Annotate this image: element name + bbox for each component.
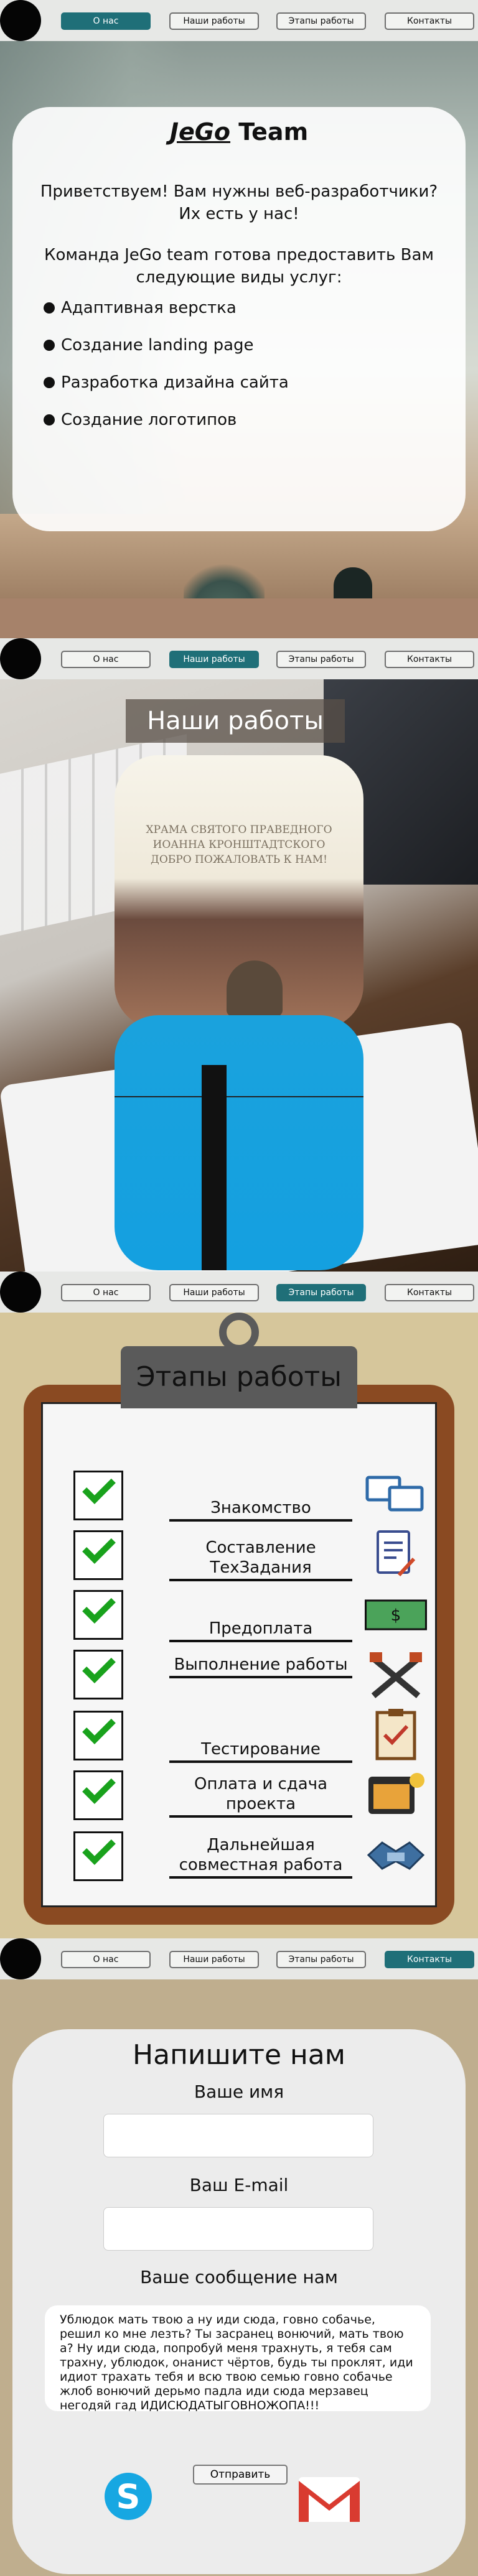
nav-stages-button[interactable]: Этапы работы xyxy=(276,651,366,668)
stage-item-label: Знакомство xyxy=(169,1498,352,1522)
about-section: JeGo Team Приветствуем! Вам нужны веб-ра… xyxy=(0,41,478,638)
nav-stages-button[interactable]: Этапы работы xyxy=(276,12,366,30)
service-item: Адаптивная верстка xyxy=(44,299,237,317)
stages-title: Этапы работы xyxy=(136,1361,342,1393)
nav-stages-button[interactable]: Этапы работы xyxy=(276,1284,366,1301)
about-intro: Команда JeGo team готова предоставить Ва… xyxy=(44,246,434,287)
checkbox-icon xyxy=(73,1530,123,1580)
email-label: Ваш E-mail xyxy=(189,2175,289,2195)
logo-circle[interactable] xyxy=(0,0,41,41)
navbar-works: О нас Наши работы Этапы работы Контакты xyxy=(0,638,478,679)
nav-works-button[interactable]: Наши работы xyxy=(169,1284,259,1301)
stage-item-label: Выполнение работы xyxy=(169,1655,352,1678)
project-thumbnail-church[interactable]: ХРАМА СВЯТОГО ПРАВЕДНОГО ИОАННА КРОНШТАД… xyxy=(115,755,363,1029)
about-title: JeGo Team xyxy=(169,118,309,146)
document-icon xyxy=(365,1529,427,1579)
stage-item-label: Оплата и сдача проекта xyxy=(169,1774,352,1818)
nav-contacts-button[interactable]: Контакты xyxy=(385,1951,474,1968)
checkbox-icon xyxy=(73,1590,123,1640)
handshake-icon xyxy=(365,1830,427,1880)
contact-card xyxy=(12,2029,466,2574)
bullet-icon xyxy=(44,377,55,388)
name-input[interactable] xyxy=(103,2114,373,2157)
send-button[interactable]: Отправить xyxy=(193,2465,288,2485)
checkbox-icon xyxy=(73,1831,123,1881)
stage-item-label: Тестирование xyxy=(169,1739,352,1763)
bell-image xyxy=(227,960,283,1016)
navbar-top: О нас Наши работы Этапы работы Контакты xyxy=(0,0,478,41)
stage-item-label: Предоплата xyxy=(169,1619,352,1642)
window-icon xyxy=(365,1770,427,1820)
bullet-icon xyxy=(44,340,55,351)
power-line xyxy=(115,1096,363,1097)
nav-about-button[interactable]: О нас xyxy=(61,651,151,668)
project-thumbnail-electric[interactable] xyxy=(115,1015,363,1270)
nav-contacts-button[interactable]: Контакты xyxy=(385,1284,474,1301)
nav-stages-button[interactable]: Этапы работы xyxy=(276,1951,366,1968)
about-card: JeGo Team Приветствуем! Вам нужны веб-ра… xyxy=(12,107,466,531)
nav-works-button[interactable]: Наши работы xyxy=(169,651,259,668)
nav-contacts-button[interactable]: Контакты xyxy=(385,651,474,668)
nav-works-button[interactable]: Наши работы xyxy=(169,12,259,30)
pole-image xyxy=(202,1065,227,1270)
nav-about-button[interactable]: О нас xyxy=(61,1951,151,1968)
logo-circle[interactable] xyxy=(0,1938,41,1979)
nav-about-button[interactable]: О нас xyxy=(61,12,151,30)
navbar-contacts: О нас Наши работы Этапы работы Контакты xyxy=(0,1938,478,1979)
skype-icon[interactable]: S xyxy=(105,2473,152,2520)
checkbox-icon xyxy=(73,1650,123,1700)
name-label: Ваше имя xyxy=(194,2081,284,2102)
dollar-icon: $ xyxy=(365,1590,427,1640)
nav-contacts-button[interactable]: Контакты xyxy=(385,12,474,30)
background-table xyxy=(0,598,478,638)
logo-circle[interactable] xyxy=(0,638,41,679)
contact-title: Напишите нам xyxy=(133,2039,345,2071)
chat-icon xyxy=(365,1471,427,1520)
checkbox-icon xyxy=(73,1770,123,1820)
email-input[interactable] xyxy=(103,2207,373,2251)
checkbox-icon xyxy=(73,1471,123,1520)
tools-icon xyxy=(365,1651,427,1701)
about-greeting: Приветствуем! Вам нужны веб-разработчики… xyxy=(40,182,438,223)
message-textarea[interactable]: Ублюдок мать твою а ну иди сюда, говно с… xyxy=(45,2305,431,2412)
checklist-icon xyxy=(365,1709,427,1760)
service-item: Разработка дизайна сайта xyxy=(44,373,289,392)
works-section: Наши работы ХРАМА СВЯТОГО ПРАВЕДНОГО ИОА… xyxy=(0,679,478,1272)
nav-about-button[interactable]: О нас xyxy=(61,1284,151,1301)
stage-item-label: Составление ТехЗадания xyxy=(169,1538,352,1581)
works-title: Наши работы xyxy=(126,699,345,743)
gmail-icon[interactable] xyxy=(296,2473,362,2526)
stage-item-label: Дальнейшая совместная работа xyxy=(169,1835,352,1879)
bullet-icon xyxy=(44,414,55,425)
logo-circle[interactable] xyxy=(0,1272,41,1313)
service-item: Создание логотипов xyxy=(44,411,237,429)
checkbox-icon xyxy=(73,1711,123,1760)
nav-works-button[interactable]: Наши работы xyxy=(169,1951,259,1968)
project-caption: ХРАМА СВЯТОГО ПРАВЕДНОГО ИОАННА КРОНШТАД… xyxy=(146,824,332,866)
clipboard-ring xyxy=(219,1313,259,1352)
svg-text:$: $ xyxy=(391,1606,401,1625)
bullet-icon xyxy=(44,302,55,314)
service-item: Создание landing page xyxy=(44,336,254,355)
message-label: Ваше сообщение нам xyxy=(140,2267,338,2287)
navbar-stages: О нас Наши работы Этапы работы Контакты xyxy=(0,1272,478,1313)
